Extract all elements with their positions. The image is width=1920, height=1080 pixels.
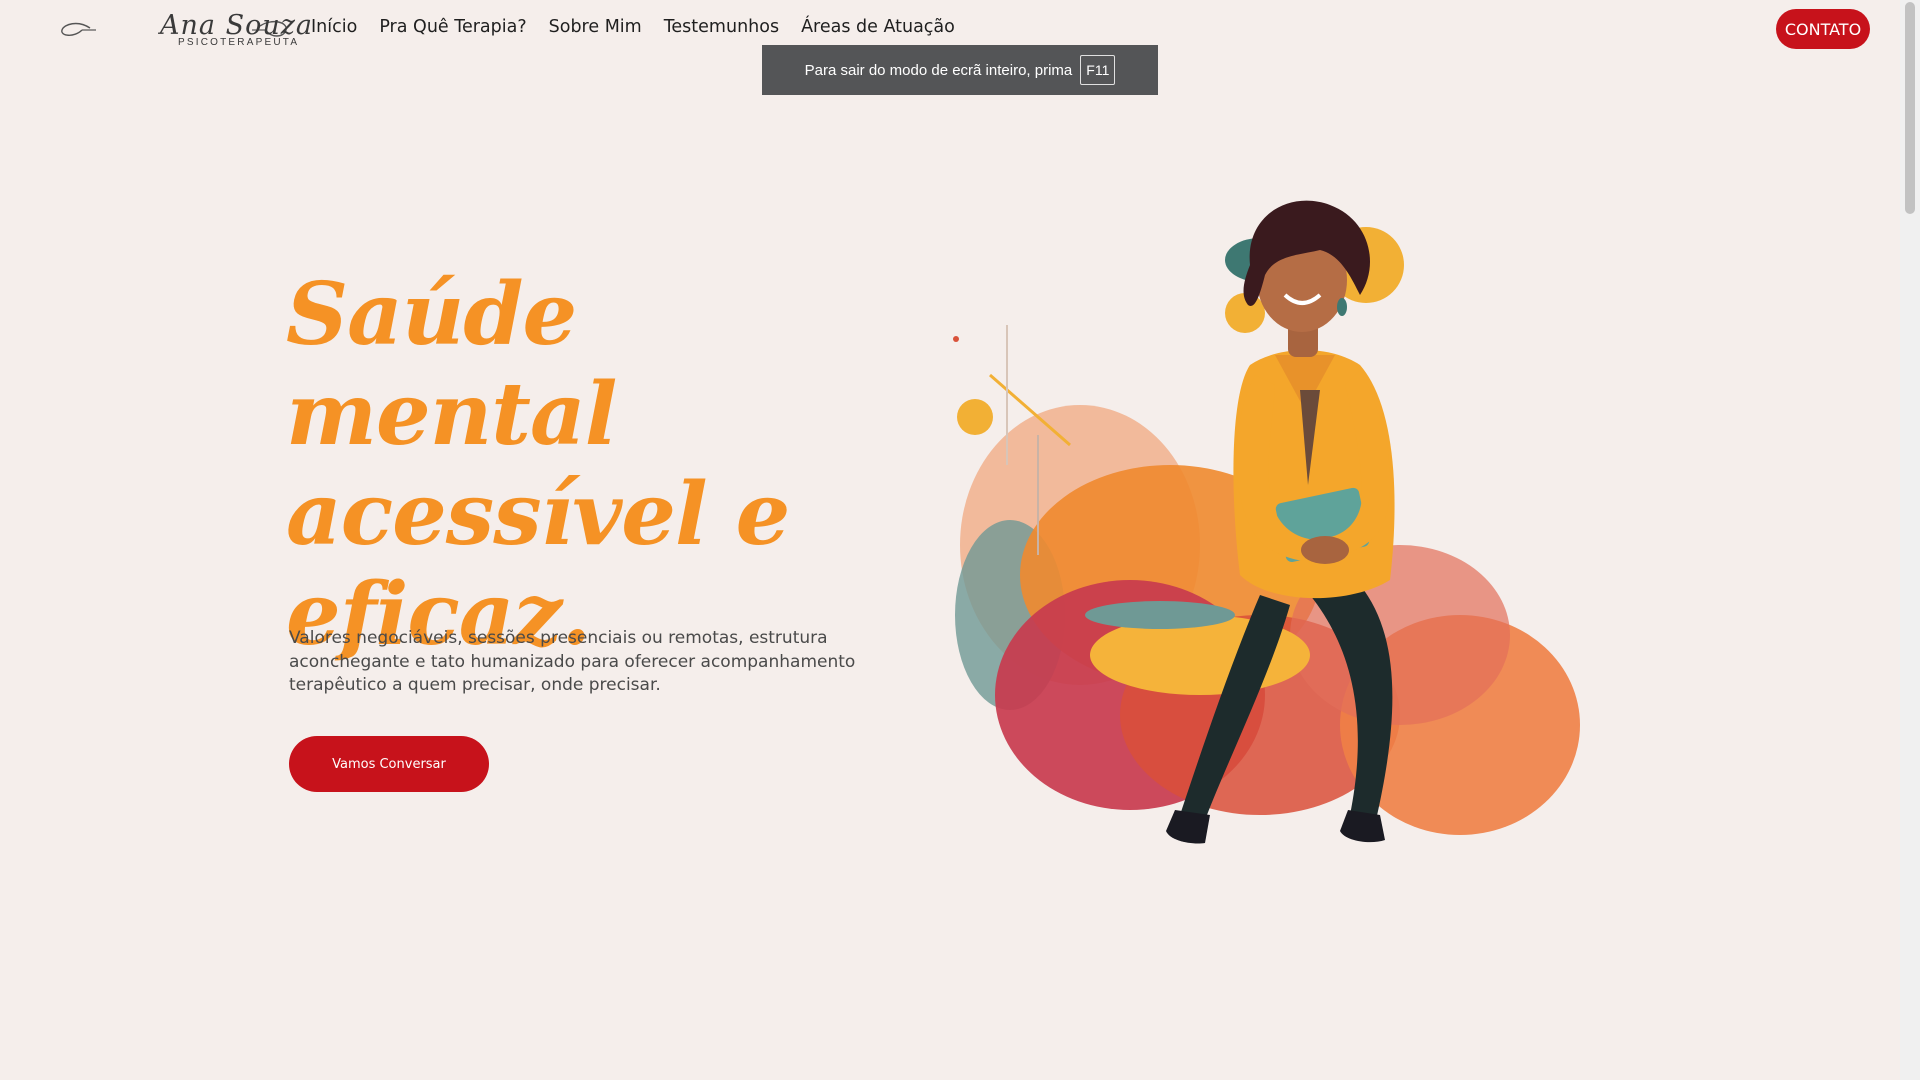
main-nav: Início Pra Quê Terapia? Sobre Mim Testem…	[311, 17, 955, 37]
hands	[1301, 536, 1349, 564]
left-shoe	[1166, 810, 1210, 844]
therapist-illustration	[953, 200, 1580, 844]
scrollbar-thumb[interactable]	[1905, 2, 1915, 214]
nav-item-pra-que-terapia[interactable]: Pra Quê Terapia?	[379, 17, 526, 37]
lets-talk-button[interactable]: Vamos Conversar	[289, 736, 489, 792]
tiny-red-dot	[953, 336, 959, 342]
right-shoe	[1340, 810, 1385, 843]
teal-earring	[1337, 298, 1347, 316]
nav-item-inicio[interactable]: Início	[311, 17, 357, 37]
f11-key-badge: F11	[1080, 55, 1116, 85]
contact-button[interactable]: CONTATO	[1776, 9, 1870, 49]
nav-item-areas-de-atuacao[interactable]: Áreas de Atuação	[801, 17, 955, 37]
fullscreen-notice-text: Para sair do modo de ecrã inteiro, prima	[804, 61, 1073, 79]
brand-logo[interactable]: Ana Souza PSICOTERAPEUTA	[60, 8, 312, 52]
nav-item-sobre-mim[interactable]: Sobre Mim	[549, 17, 642, 37]
hero-description: Valores negociáveis, sessões presenciais…	[289, 628, 856, 695]
nav-item-testemunhos[interactable]: Testemunhos	[664, 17, 779, 37]
page-scrollbar[interactable]	[1900, 0, 1920, 1080]
fullscreen-exit-notice: Para sair do modo de ecrã inteiro, prima…	[762, 45, 1158, 95]
teal-seat-blob	[1085, 601, 1235, 629]
brand-subtitle: PSICOTERAPEUTA	[178, 37, 300, 48]
orange-splash-dot	[957, 399, 993, 435]
hero-headline: Saúde mental acessível e eficaz.	[286, 264, 790, 665]
